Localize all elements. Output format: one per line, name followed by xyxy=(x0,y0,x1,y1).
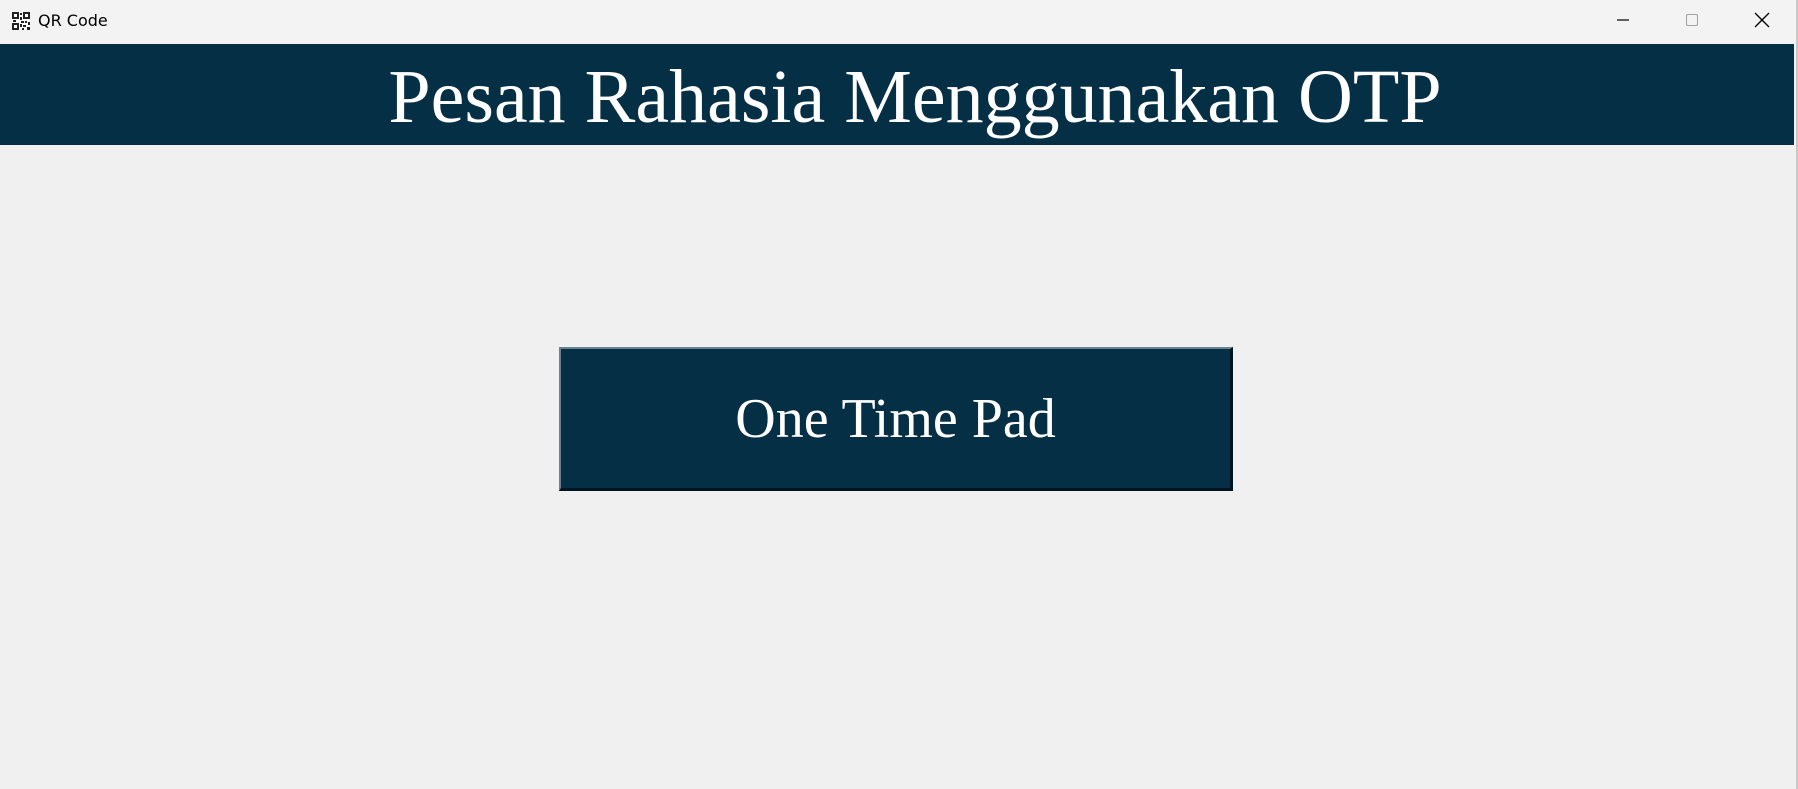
window-title: QR Code xyxy=(38,11,108,30)
one-time-pad-button-label: One Time Pad xyxy=(735,387,1056,450)
close-icon xyxy=(1753,11,1771,33)
one-time-pad-button[interactable]: One Time Pad xyxy=(559,347,1233,491)
header-banner: Pesan Rahasia Menggunakan OTP xyxy=(0,44,1794,145)
minimize-icon xyxy=(1615,12,1631,32)
title-bar[interactable]: QR Code xyxy=(0,0,1796,44)
main-content: One Time Pad xyxy=(0,145,1794,789)
close-button[interactable] xyxy=(1727,0,1797,44)
app-window: QR Code Pesan Rahasia Menggunakan OTP On… xyxy=(0,0,1798,789)
minimize-button[interactable] xyxy=(1588,0,1658,44)
maximize-button[interactable] xyxy=(1657,0,1727,44)
page-title: Pesan Rahasia Menggunakan OTP xyxy=(388,54,1442,139)
qr-code-icon xyxy=(12,12,30,30)
maximize-icon xyxy=(1684,12,1700,32)
